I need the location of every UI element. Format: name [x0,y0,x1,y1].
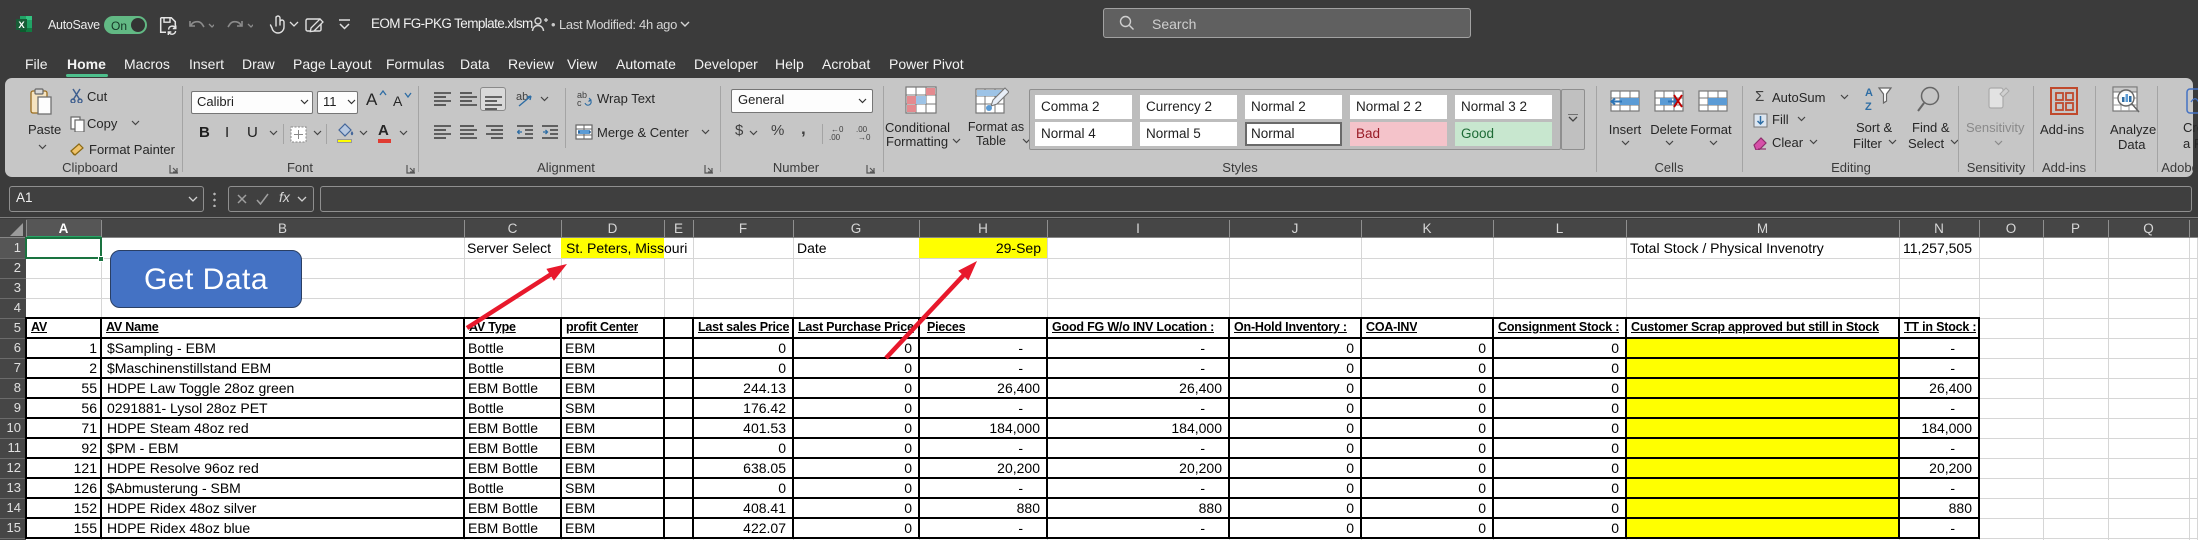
svg-text:Z: Z [1865,101,1872,113]
svg-text:A: A [1865,87,1873,99]
svg-text:.00: .00 [829,133,841,141]
svg-text:c: c [577,98,582,107]
svg-text:X: X [18,20,25,31]
svg-text:ab: ab [516,91,528,103]
svg-text:→0: →0 [858,133,871,141]
